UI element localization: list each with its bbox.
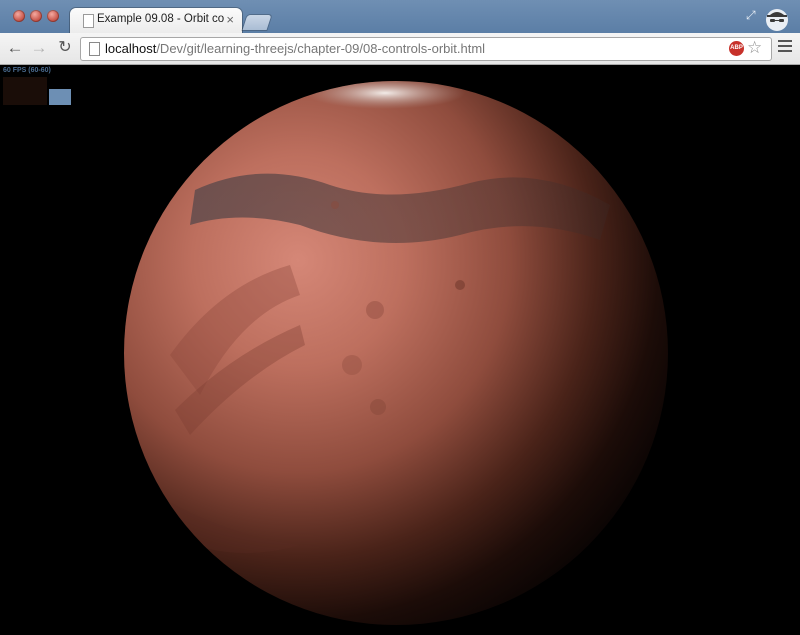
back-button[interactable]: ← (6, 39, 24, 57)
bookmark-star-icon[interactable]: ☆ (747, 38, 762, 58)
zoom-window-button[interactable] (47, 10, 59, 22)
fps-counter: 60 FPS (60-60) (3, 67, 51, 74)
volcano (370, 399, 386, 415)
tab-close-icon[interactable]: × (226, 12, 234, 27)
polar-cap (305, 81, 465, 109)
mars-globe[interactable] (0, 65, 800, 635)
fullscreen-icon[interactable]: ⤢ (746, 9, 758, 21)
tab-active[interactable]: Example 09.08 - Orbit controls × (70, 8, 242, 33)
menu-icon[interactable] (778, 40, 792, 54)
tab-title: Example 09.08 - Orbit controls (97, 13, 225, 25)
close-window-button[interactable] (13, 10, 25, 22)
webgl-canvas[interactable]: 60 FPS (60-60) (0, 65, 800, 635)
adblock-icon[interactable]: ABP (729, 41, 744, 56)
url-path: /Dev/git/learning-threejs/chapter-09/08-… (156, 41, 486, 56)
url-host: localhost (105, 41, 157, 56)
title-bar: Example 09.08 - Orbit controls × ⤢ (0, 0, 800, 33)
forward-button[interactable]: → (30, 39, 48, 57)
volcano (366, 301, 384, 319)
fps-graph (3, 77, 47, 105)
page-icon (83, 14, 94, 28)
address-bar[interactable]: localhost/Dev/git/learning-threejs/chapt… (80, 37, 772, 61)
fps-graph-bar (49, 89, 71, 105)
reload-button[interactable]: ↻ (56, 39, 74, 57)
minimize-window-button[interactable] (30, 10, 42, 22)
browser-toolbar: ← → ↻ localhost/Dev/git/learning-threejs… (0, 33, 800, 65)
volcano (342, 355, 362, 375)
incognito-icon (766, 9, 788, 31)
new-tab-button[interactable] (242, 15, 272, 30)
fps-stats-panel[interactable]: 60 FPS (60-60) (3, 67, 71, 105)
url-text[interactable]: localhost/Dev/git/learning-threejs/chapt… (105, 41, 485, 56)
page-icon (89, 42, 100, 56)
